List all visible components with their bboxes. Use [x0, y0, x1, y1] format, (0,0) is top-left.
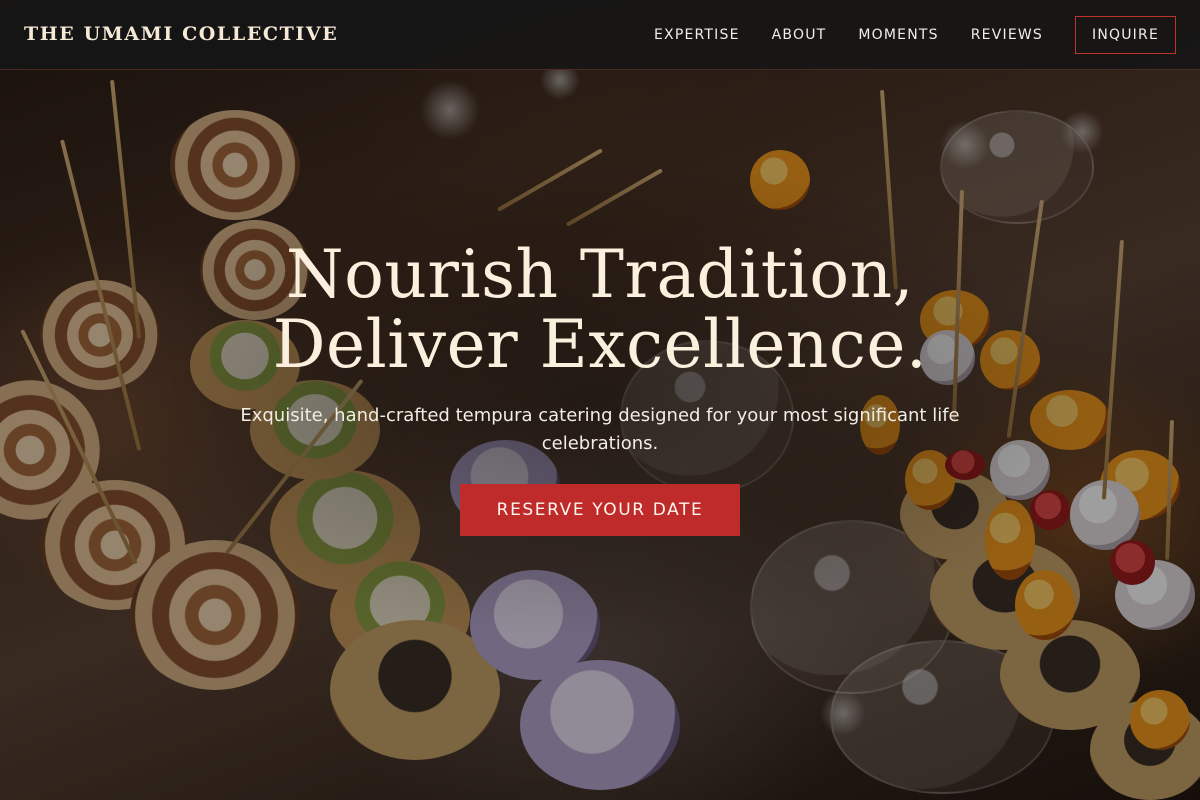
inquire-button[interactable]: INQUIRE	[1075, 16, 1176, 54]
hero-cta-wrap: RESERVE YOUR DATE	[150, 484, 1050, 536]
nav-reviews[interactable]: REVIEWS	[971, 27, 1043, 43]
hero-title-line-1: Nourish Tradition,	[285, 236, 915, 313]
nav-about[interactable]: ABOUT	[772, 27, 827, 43]
hero-content: Nourish Tradition, Deliver Excellence. E…	[150, 240, 1050, 536]
nav-moments[interactable]: MOMENTS	[858, 27, 938, 43]
hero-title: Nourish Tradition, Deliver Excellence.	[150, 240, 1050, 380]
reserve-date-button[interactable]: RESERVE YOUR DATE	[460, 484, 740, 536]
brand-logo[interactable]: THE UMAMI COLLECTIVE	[24, 23, 338, 45]
site-header: THE UMAMI COLLECTIVE EXPERTISE ABOUT MOM…	[0, 0, 1200, 70]
main-nav: EXPERTISE ABOUT MOMENTS REVIEWS INQUIRE	[622, 16, 1176, 54]
hero-title-line-2: Deliver Excellence.	[272, 306, 928, 383]
hero-subtitle: Exquisite, hand-crafted tempura catering…	[240, 405, 960, 454]
page: THE UMAMI COLLECTIVE EXPERTISE ABOUT MOM…	[0, 0, 1200, 800]
nav-expertise[interactable]: EXPERTISE	[654, 27, 740, 43]
